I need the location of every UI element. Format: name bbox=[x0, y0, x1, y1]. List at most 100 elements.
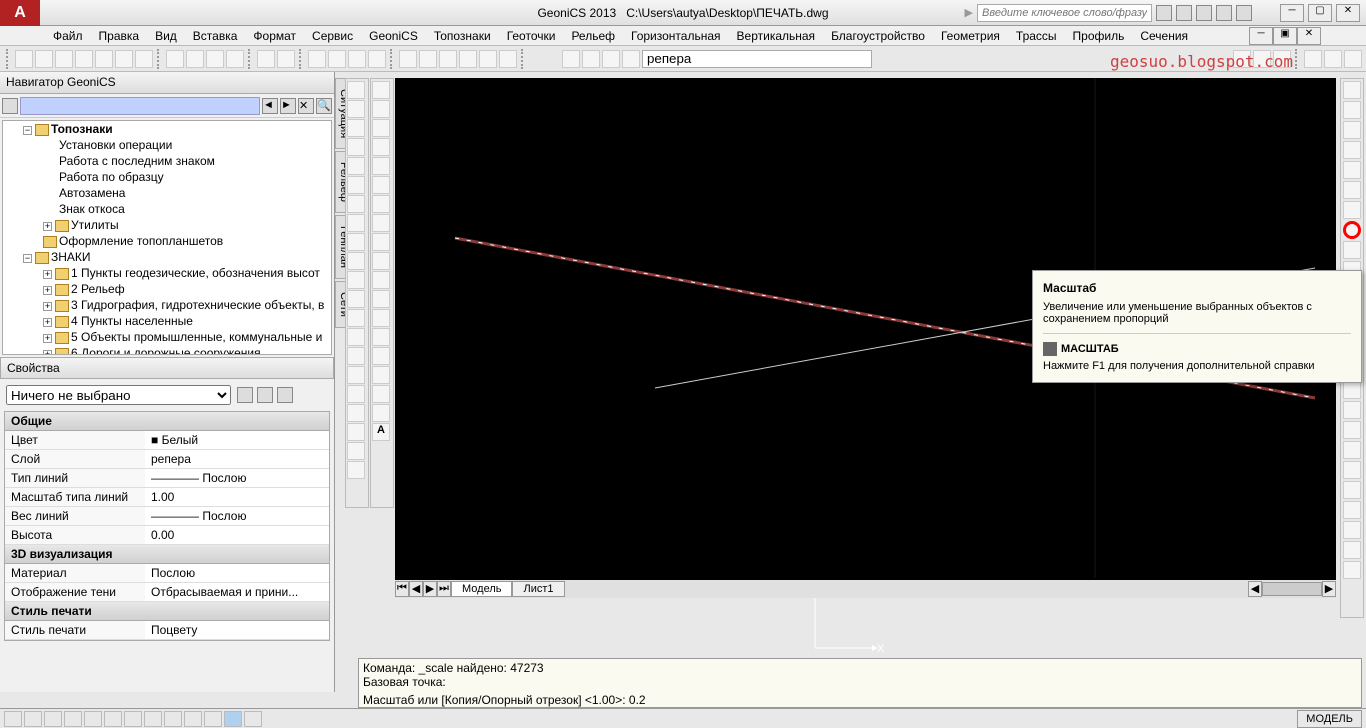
sc-icon[interactable] bbox=[204, 711, 222, 727]
close-button[interactable]: ✕ bbox=[1336, 4, 1360, 22]
section-general[interactable]: Общие bbox=[5, 412, 329, 431]
preview-icon[interactable] bbox=[95, 50, 113, 68]
scale-icon[interactable] bbox=[1343, 221, 1361, 239]
explode-icon[interactable] bbox=[1343, 381, 1361, 399]
menu-geonics[interactable]: GeoniCS bbox=[361, 27, 426, 45]
new-icon[interactable] bbox=[15, 50, 33, 68]
vtool-icon[interactable] bbox=[347, 195, 365, 213]
vtool-icon[interactable] bbox=[347, 385, 365, 403]
vtool-icon[interactable] bbox=[347, 252, 365, 270]
menu-sections[interactable]: Сечения bbox=[1132, 27, 1196, 45]
search-input[interactable] bbox=[977, 4, 1152, 22]
tree-item[interactable]: +6 Дороги и дорожные сооружения bbox=[3, 345, 331, 355]
tab-sheet1[interactable]: Лист1 bbox=[512, 581, 564, 597]
layer-lock-icon[interactable] bbox=[622, 50, 640, 68]
circle-icon[interactable] bbox=[372, 195, 390, 213]
vtool-icon[interactable] bbox=[347, 347, 365, 365]
menu-vertical[interactable]: Вертикальная bbox=[729, 27, 824, 45]
menu-edit[interactable]: Правка bbox=[91, 27, 148, 45]
cut-icon[interactable] bbox=[166, 50, 184, 68]
vtool-icon[interactable] bbox=[347, 233, 365, 251]
menu-view[interactable]: Вид bbox=[147, 27, 185, 45]
table-icon[interactable] bbox=[372, 404, 390, 422]
markup-icon[interactable] bbox=[479, 50, 497, 68]
menu-profile[interactable]: Профиль bbox=[1065, 27, 1133, 45]
help-icon[interactable] bbox=[1236, 5, 1252, 21]
tab-next-icon[interactable]: ▶ bbox=[423, 581, 437, 597]
designcenter-icon[interactable] bbox=[419, 50, 437, 68]
polar-icon[interactable] bbox=[64, 711, 82, 727]
ellipsearc-icon[interactable] bbox=[372, 271, 390, 289]
point-icon[interactable] bbox=[372, 328, 390, 346]
area-icon[interactable] bbox=[1324, 50, 1342, 68]
hscroll-left-icon[interactable]: ◀ bbox=[1248, 581, 1262, 597]
nav-find-icon[interactable]: 🔍 bbox=[316, 98, 332, 114]
star-icon[interactable] bbox=[1216, 5, 1232, 21]
dist-icon[interactable] bbox=[1304, 50, 1322, 68]
vtool-icon[interactable] bbox=[347, 119, 365, 137]
status-icon[interactable] bbox=[244, 711, 262, 727]
tool-icon[interactable] bbox=[1176, 5, 1192, 21]
nav-right-icon[interactable]: ► bbox=[280, 98, 296, 114]
insert-icon[interactable] bbox=[372, 290, 390, 308]
section-3d[interactable]: 3D визуализация bbox=[5, 545, 329, 564]
plot-icon[interactable] bbox=[135, 50, 153, 68]
minimize-button[interactable]: ─ bbox=[1280, 4, 1304, 22]
menu-landscape[interactable]: Благоустройство bbox=[823, 27, 933, 45]
nav-search[interactable] bbox=[20, 97, 260, 115]
tree-item[interactable]: +1 Пункты геодезические, обозначения выс… bbox=[3, 265, 331, 281]
ellipse-icon[interactable] bbox=[372, 252, 390, 270]
lwt-icon[interactable] bbox=[164, 711, 182, 727]
tree-item[interactable]: +Утилиты bbox=[3, 217, 331, 233]
copy-icon[interactable] bbox=[186, 50, 204, 68]
layer-on-icon[interactable] bbox=[582, 50, 600, 68]
doc-minimize-button[interactable]: ─ bbox=[1249, 27, 1273, 45]
tab-last-icon[interactable]: ⏭ bbox=[437, 581, 451, 597]
erase-icon[interactable] bbox=[1343, 81, 1361, 99]
app-logo[interactable]: A bbox=[0, 0, 40, 26]
vtool-icon[interactable] bbox=[347, 309, 365, 327]
spline-icon[interactable] bbox=[372, 233, 390, 251]
rotate-icon[interactable] bbox=[1343, 201, 1361, 219]
tree-item[interactable]: +2 Рельеф bbox=[3, 281, 331, 297]
select-icon[interactable] bbox=[257, 387, 273, 403]
match-icon[interactable] bbox=[226, 50, 244, 68]
line-icon[interactable] bbox=[372, 81, 390, 99]
menu-service[interactable]: Сервис bbox=[304, 27, 361, 45]
doc-close-button[interactable]: ✕ bbox=[1297, 27, 1321, 45]
arc-icon[interactable] bbox=[372, 176, 390, 194]
sheetset-icon[interactable] bbox=[459, 50, 477, 68]
tree-item[interactable]: Установки операции bbox=[3, 137, 331, 153]
nav-close-icon[interactable]: ✕ bbox=[298, 98, 314, 114]
layer-combo[interactable] bbox=[642, 50, 872, 68]
hatch-icon[interactable] bbox=[372, 347, 390, 365]
mod-icon[interactable] bbox=[1343, 481, 1361, 499]
doc-restore-button[interactable]: ▣ bbox=[1273, 27, 1297, 45]
tree-item[interactable]: Знак откоса bbox=[3, 201, 331, 217]
command-line[interactable]: Команда: _scale найдено: 47273 Базовая т… bbox=[358, 658, 1362, 708]
ducs-icon[interactable] bbox=[124, 711, 142, 727]
vtool-icon[interactable] bbox=[347, 442, 365, 460]
nav-icon1[interactable] bbox=[2, 98, 18, 114]
paste-icon[interactable] bbox=[206, 50, 224, 68]
undo-icon[interactable] bbox=[257, 50, 275, 68]
calc-icon[interactable] bbox=[499, 50, 517, 68]
vtool-icon[interactable] bbox=[347, 404, 365, 422]
zoom-window-icon[interactable] bbox=[348, 50, 366, 68]
mtext-icon[interactable]: A bbox=[372, 423, 390, 441]
move-icon[interactable] bbox=[1343, 181, 1361, 199]
zoom-realtime-icon[interactable] bbox=[328, 50, 346, 68]
snap-icon[interactable] bbox=[4, 711, 22, 727]
toolpalette-icon[interactable] bbox=[439, 50, 457, 68]
menu-geopoints[interactable]: Геоточки bbox=[499, 27, 564, 45]
vtool-icon[interactable] bbox=[347, 461, 365, 479]
stretch-icon[interactable] bbox=[1343, 241, 1361, 259]
rect-icon[interactable] bbox=[372, 157, 390, 175]
mirror-icon[interactable] bbox=[1343, 121, 1361, 139]
redo-icon[interactable] bbox=[277, 50, 295, 68]
maximize-button[interactable]: ▢ bbox=[1308, 4, 1332, 22]
vtool-icon[interactable] bbox=[347, 157, 365, 175]
selection-combo[interactable]: Ничего не выбрано bbox=[6, 385, 231, 405]
layer-mgr-icon[interactable] bbox=[562, 50, 580, 68]
region2-icon[interactable] bbox=[372, 385, 390, 403]
